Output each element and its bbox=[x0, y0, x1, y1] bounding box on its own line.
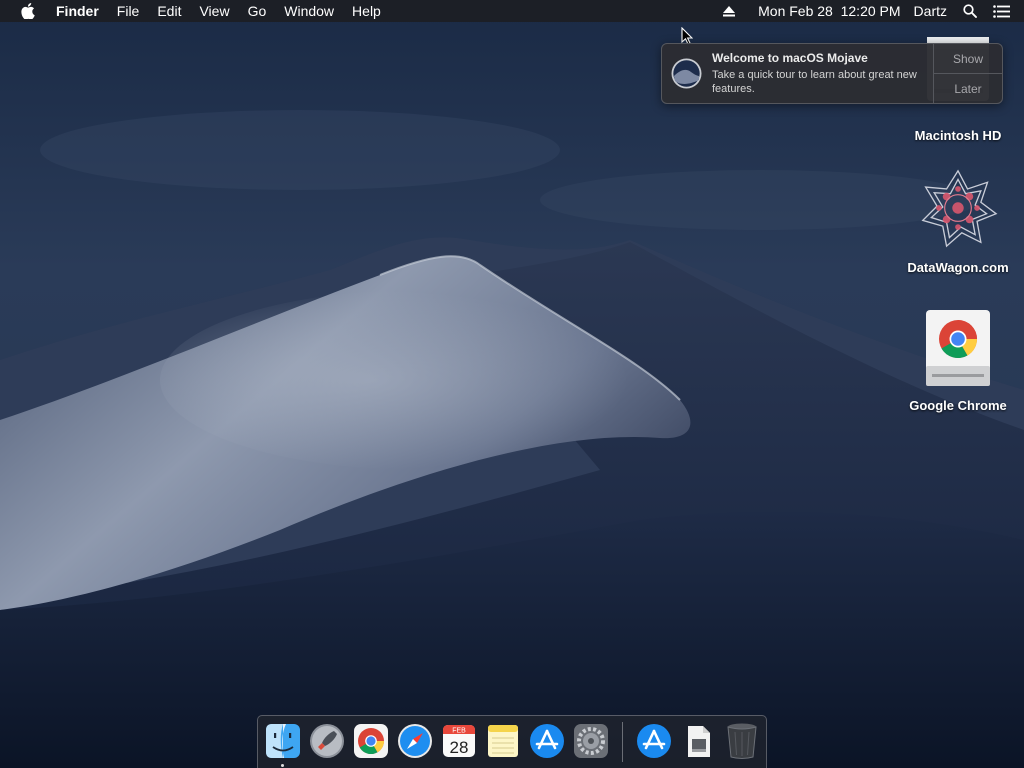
desktop-icon-label: Google Chrome bbox=[909, 398, 1007, 413]
dock-calendar[interactable]: FEB 28 bbox=[439, 721, 479, 761]
menu-view[interactable]: View bbox=[190, 0, 238, 22]
dock-running-indicator bbox=[281, 764, 284, 767]
calendar-icon: FEB 28 bbox=[443, 725, 475, 757]
notification-actions: Show Later bbox=[933, 44, 1002, 103]
mojave-installer-icon bbox=[671, 58, 702, 89]
notification-later-button[interactable]: Later bbox=[934, 74, 1002, 103]
menu-app-finder[interactable]: Finder bbox=[56, 0, 108, 22]
eject-icon bbox=[723, 5, 736, 16]
desktop-icon-datawagon[interactable]: DataWagon.com bbox=[898, 168, 1018, 275]
notification-title: Welcome to macOS Mojave bbox=[712, 51, 868, 65]
apple-icon bbox=[21, 3, 35, 19]
dock-trash[interactable] bbox=[722, 721, 762, 761]
welcome-notification[interactable]: Welcome to macOS Mojave Take a quick tou… bbox=[661, 43, 1003, 104]
datawagon-logo-icon bbox=[921, 169, 998, 248]
menu-go[interactable]: Go bbox=[239, 0, 276, 22]
clock[interactable]: Mon Feb 28 12:20 PM bbox=[751, 0, 907, 22]
dock-safari[interactable] bbox=[395, 721, 435, 761]
launchpad-icon bbox=[310, 724, 344, 758]
calendar-day: 28 bbox=[450, 738, 469, 757]
dock-downloads-stack[interactable] bbox=[678, 721, 718, 761]
desktop-icon-google-chrome[interactable]: Google Chrome bbox=[898, 308, 1018, 413]
spotlight-search-icon bbox=[963, 4, 977, 18]
app-store-icon bbox=[530, 724, 564, 758]
dock-separator bbox=[622, 722, 623, 762]
desktop-icon-label: Macintosh HD bbox=[914, 128, 1002, 143]
dock: FEB 28 bbox=[257, 715, 767, 768]
notes-icon bbox=[488, 725, 518, 757]
menu-edit[interactable]: Edit bbox=[148, 0, 190, 22]
notification-center-icon bbox=[993, 4, 1010, 18]
dock-system-preferences[interactable] bbox=[571, 721, 611, 761]
menu-help[interactable]: Help bbox=[343, 0, 390, 22]
dock-finder[interactable] bbox=[263, 721, 303, 761]
dock-google-chrome[interactable] bbox=[351, 721, 391, 761]
app-store-icon bbox=[637, 724, 671, 758]
eject-menu-extra[interactable] bbox=[715, 5, 751, 17]
chrome-icon bbox=[354, 724, 388, 758]
apple-menu[interactable] bbox=[0, 3, 56, 19]
notification-show-button[interactable]: Show bbox=[934, 44, 1002, 74]
safari-icon bbox=[398, 724, 432, 758]
spotlight-button[interactable] bbox=[959, 4, 987, 18]
desktop-icon-label: DataWagon.com bbox=[907, 260, 1009, 275]
desktop-wallpaper bbox=[0, 0, 1024, 768]
notification-body: Take a quick tour to learn about great n… bbox=[712, 69, 917, 95]
calendar-month: FEB bbox=[452, 728, 466, 735]
finder-icon bbox=[266, 724, 300, 758]
menu-file[interactable]: File bbox=[108, 0, 149, 22]
notification-center-button[interactable] bbox=[987, 4, 1024, 18]
menu-bar: Finder File Edit View Go Window Help Mon… bbox=[0, 0, 1024, 22]
chrome-disk-image-icon bbox=[926, 310, 990, 386]
user-menu[interactable]: Dartz bbox=[908, 0, 959, 22]
dock-launchpad[interactable] bbox=[307, 721, 347, 761]
menu-window[interactable]: Window bbox=[275, 0, 343, 22]
dock-app-store-recent[interactable] bbox=[634, 721, 674, 761]
trash-icon bbox=[727, 723, 757, 759]
dock-notes[interactable] bbox=[483, 721, 523, 761]
dock-app-store[interactable] bbox=[527, 721, 567, 761]
document-stack-icon bbox=[688, 726, 710, 757]
system-preferences-icon bbox=[574, 724, 608, 758]
